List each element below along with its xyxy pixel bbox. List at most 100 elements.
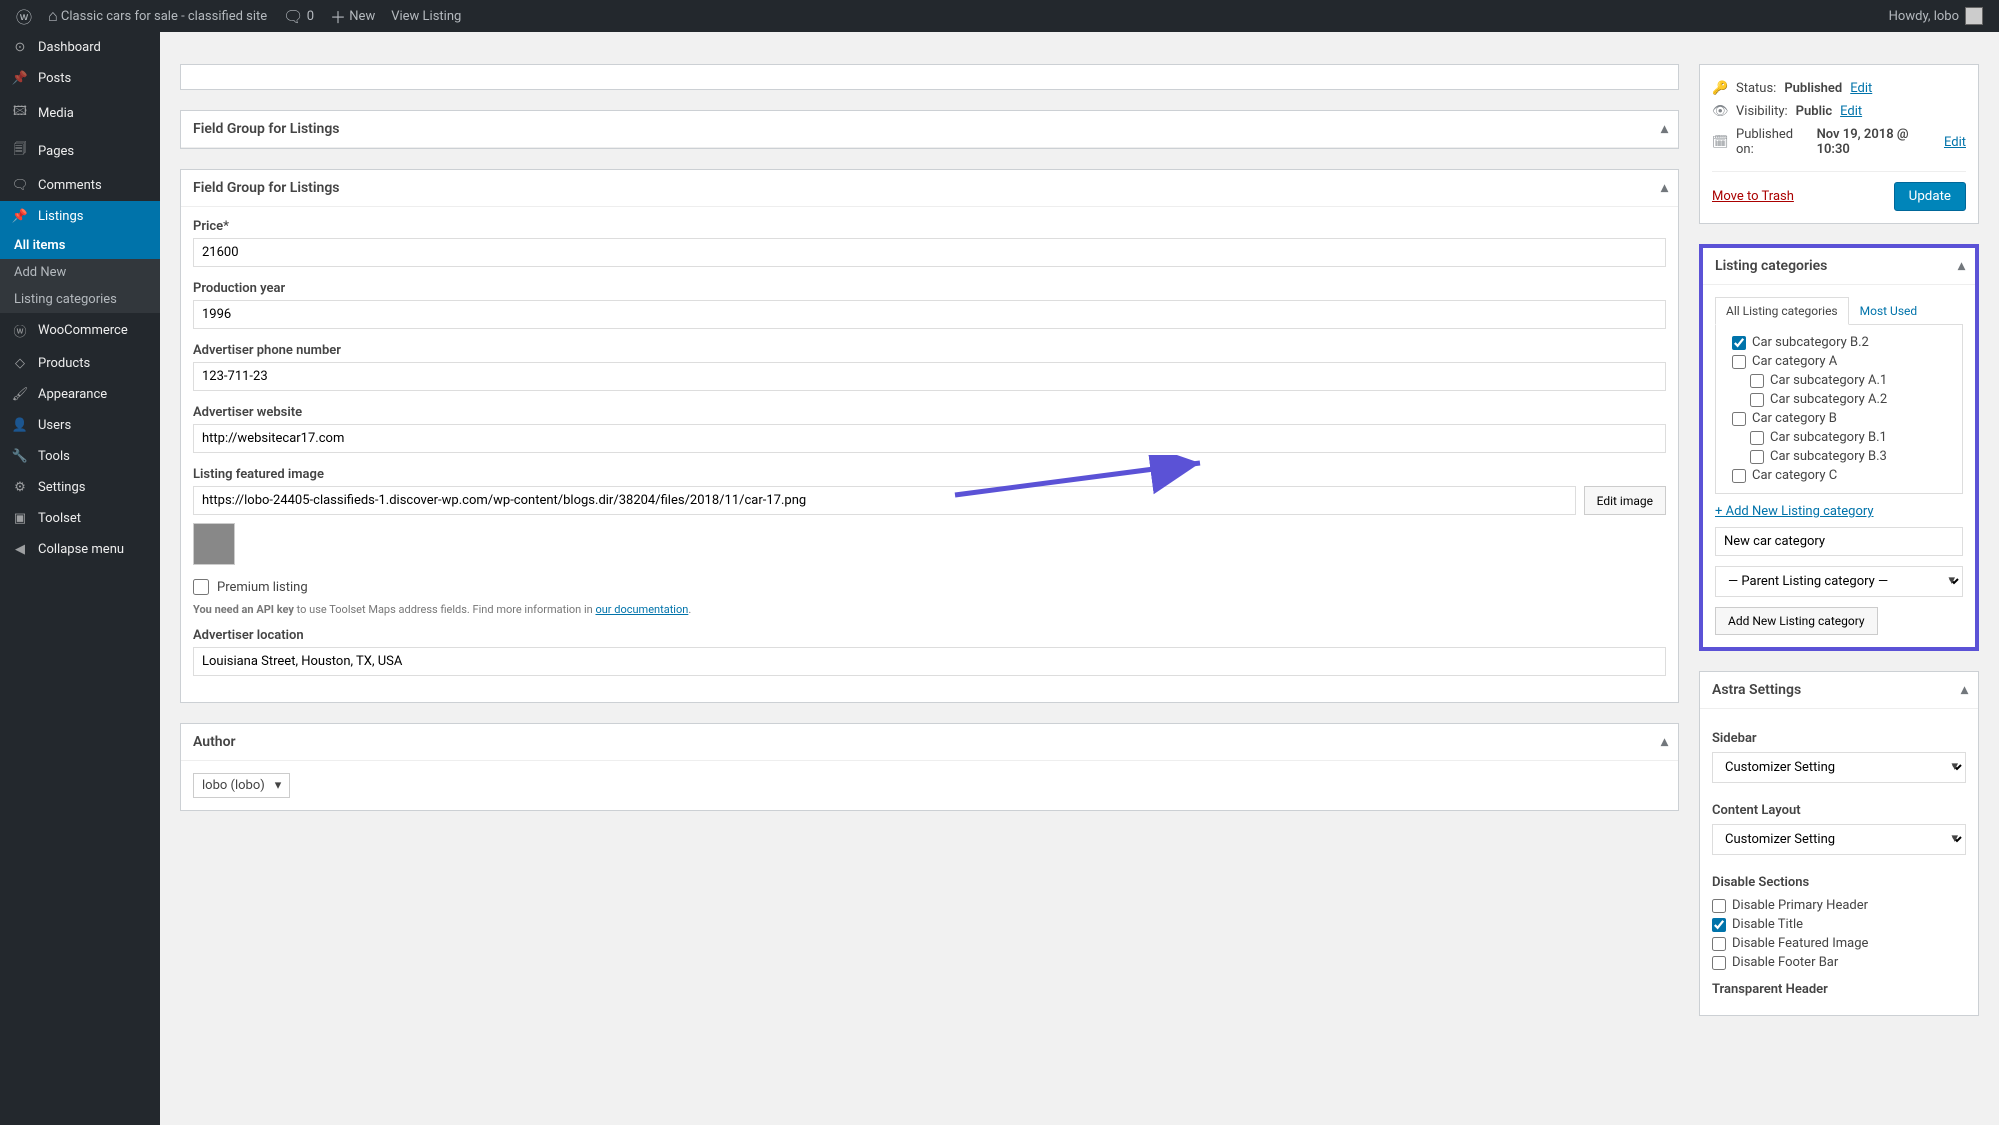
published-label: Published on: [1736, 127, 1809, 157]
sidebar-item-appearance[interactable]: 🖌Appearance [0, 379, 160, 410]
key-icon: 🔑 [1712, 81, 1728, 96]
parent-category-select[interactable]: — Parent Listing category — [1715, 566, 1963, 597]
listing-categories-header[interactable]: Listing categories ▴ [1703, 248, 1975, 285]
price-input[interactable] [193, 238, 1666, 267]
tab-all-categories[interactable]: All Listing categories [1715, 297, 1849, 325]
visibility-value: Public [1796, 104, 1832, 119]
sidebar-sub-listing-categories[interactable]: Listing categories [0, 286, 160, 313]
status-label: Status: [1736, 81, 1776, 96]
astra-sidebar-select[interactable]: Customizer Setting [1712, 752, 1966, 783]
author-select[interactable]: lobo (lobo) ▾ [193, 773, 290, 798]
phone-label: Advertiser phone number [193, 343, 1666, 358]
sidebar-collapse[interactable]: ◀Collapse menu [0, 534, 160, 565]
gear-icon: ⚙ [10, 480, 30, 495]
sidebar-item-users[interactable]: 👤Users [0, 410, 160, 441]
field-group-header-2[interactable]: Field Group for Listings ▴ [181, 170, 1678, 207]
category-list[interactable]: Car subcategory B.2 Car category A Car s… [1715, 325, 1963, 494]
year-input[interactable] [193, 300, 1666, 329]
toggle-icon[interactable]: ▴ [1661, 121, 1668, 137]
listing-categories-postbox: Listing categories ▴ All Listing categor… [1699, 244, 1979, 651]
cat-check-b[interactable] [1732, 412, 1746, 426]
sidebar-item-listings[interactable]: 📌Listings [0, 201, 160, 232]
update-button[interactable]: Update [1894, 182, 1966, 211]
field-group-header-1[interactable]: Field Group for Listings ▴ [181, 111, 1678, 148]
comment-icon: 🗨 [10, 178, 30, 193]
page-icon: 🗐 [10, 140, 30, 162]
tab-most-used[interactable]: Most Used [1849, 297, 1929, 325]
sidebar-item-comments[interactable]: 🗨Comments [0, 170, 160, 201]
location-input[interactable] [193, 647, 1666, 676]
sidebar-sub-all-items[interactable]: All items [0, 232, 160, 259]
astra-content-select[interactable]: Customizer Setting [1712, 824, 1966, 855]
new-link[interactable]: ＋ New [322, 0, 383, 32]
view-listing-link[interactable]: View Listing [383, 0, 469, 32]
new-category-input[interactable] [1715, 527, 1963, 556]
site-link[interactable]: ⌂ Classic cars for sale - classified sit… [40, 0, 275, 32]
field-group-collapsed: Field Group for Listings ▴ [180, 110, 1679, 149]
calendar-icon: 🗓 [1712, 135, 1728, 150]
visibility-edit-link[interactable]: Edit [1840, 104, 1862, 119]
sidebar-item-dashboard[interactable]: ⊙Dashboard [0, 32, 160, 63]
user-icon: 👤 [10, 418, 30, 433]
sidebar-item-media[interactable]: 🖾Media [0, 94, 160, 132]
cat-check-a2[interactable] [1750, 393, 1764, 407]
howdy-link[interactable]: Howdy, lobo [1881, 0, 1991, 32]
comments-count: 0 [307, 9, 314, 24]
brush-icon: 🖌 [10, 387, 30, 402]
edit-image-button[interactable]: Edit image [1584, 486, 1666, 515]
product-icon: ◇ [10, 356, 30, 371]
toolset-icon: ▣ [10, 511, 30, 526]
add-new-category-button[interactable]: Add New Listing category [1715, 607, 1878, 635]
image-input[interactable] [193, 486, 1576, 515]
visibility-label: Visibility: [1736, 104, 1788, 119]
sidebar-item-settings[interactable]: ⚙Settings [0, 472, 160, 503]
sidebar-item-woocommerce[interactable]: ⓦWooCommerce [0, 313, 160, 348]
toggle-icon[interactable]: ▴ [1661, 180, 1668, 196]
disable-footer-bar-checkbox[interactable] [1712, 956, 1726, 970]
phone-input[interactable] [193, 362, 1666, 391]
cat-check-a[interactable] [1732, 355, 1746, 369]
media-icon: 🖾 [10, 102, 30, 124]
sidebar-sub-add-new[interactable]: Add New [0, 259, 160, 286]
toggle-icon[interactable]: ▴ [1661, 734, 1668, 750]
price-label: Price* [193, 219, 1666, 234]
author-header[interactable]: Author ▴ [181, 724, 1678, 761]
collapse-icon: ◀ [10, 542, 30, 557]
move-to-trash-link[interactable]: Move to Trash [1712, 189, 1794, 204]
caret-down-icon: ▾ [275, 778, 282, 793]
sidebar-item-posts[interactable]: 📌Posts [0, 63, 160, 94]
cat-check-b3[interactable] [1750, 450, 1764, 464]
disable-title-checkbox[interactable] [1712, 918, 1726, 932]
status-edit-link[interactable]: Edit [1850, 81, 1872, 96]
published-edit-link[interactable]: Edit [1944, 135, 1966, 150]
cat-check-a1[interactable] [1750, 374, 1764, 388]
wp-logo[interactable]: ⓦ [8, 0, 40, 32]
sidebar-item-pages[interactable]: 🗐Pages [0, 132, 160, 170]
cat-check-b2[interactable] [1732, 336, 1746, 350]
eye-icon: 👁 [1712, 104, 1728, 119]
gauge-icon: ⊙ [10, 40, 30, 55]
comments-link[interactable]: 🗨 0 [275, 0, 322, 32]
cat-check-c[interactable] [1732, 469, 1746, 483]
top-empty-postbox [180, 64, 1679, 90]
sidebar-item-tools[interactable]: 🔧Tools [0, 441, 160, 472]
website-input[interactable] [193, 424, 1666, 453]
image-thumbnail[interactable] [193, 523, 235, 565]
disable-primary-header-checkbox[interactable] [1712, 899, 1726, 913]
disable-featured-image-checkbox[interactable] [1712, 937, 1726, 951]
sidebar-item-products[interactable]: ◇Products [0, 348, 160, 379]
astra-transparent-label: Transparent Header [1712, 982, 1966, 997]
add-new-category-link[interactable]: + Add New Listing category [1715, 504, 1874, 519]
api-note: You need an API key to use Toolset Maps … [193, 603, 1666, 616]
status-value: Published [1784, 81, 1842, 96]
sidebar-item-toolset[interactable]: ▣Toolset [0, 503, 160, 534]
premium-checkbox[interactable] [193, 579, 209, 595]
toggle-icon[interactable]: ▴ [1958, 258, 1965, 274]
publish-postbox: 🔑 Status: Published Edit 👁 Visibility: P… [1699, 64, 1979, 224]
image-label: Listing featured image [193, 467, 1666, 482]
cat-check-b1[interactable] [1750, 431, 1764, 445]
toggle-icon[interactable]: ▴ [1961, 682, 1968, 698]
astra-header[interactable]: Astra Settings ▴ [1700, 672, 1978, 709]
documentation-link[interactable]: our documentation [595, 603, 688, 616]
site-title: Classic cars for sale - classified site [61, 9, 267, 24]
